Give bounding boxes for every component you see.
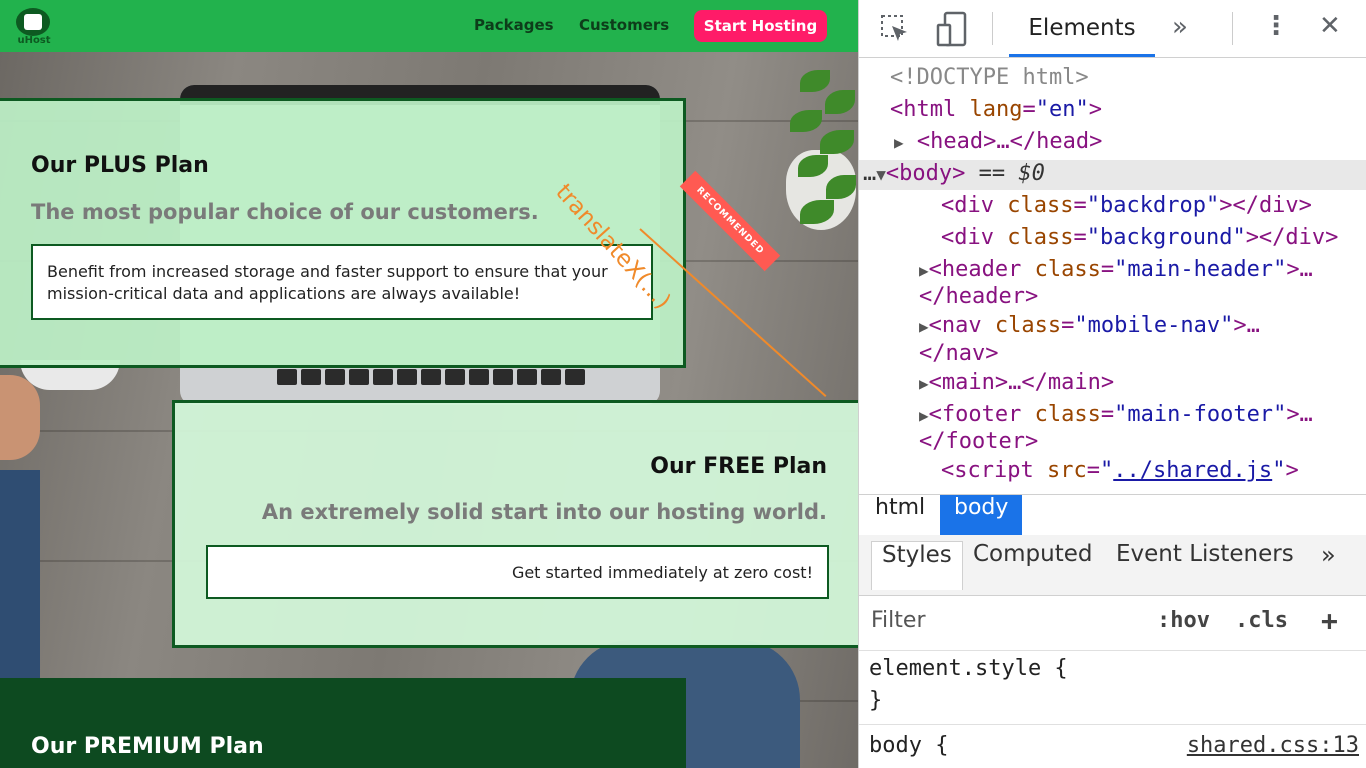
header-node[interactable]: ▶<header class="main-header">…	[919, 257, 1313, 282]
expand-triangle-icon[interactable]: ▶	[894, 133, 904, 152]
expand-triangle-icon[interactable]: ▶	[919, 317, 929, 336]
plant-photo	[780, 60, 858, 250]
inspect-cursor-icon[interactable]	[879, 13, 911, 45]
plan-free-card: Our FREE Plan An extremely solid start i…	[172, 400, 858, 648]
body-node[interactable]: …▼<body> == $0	[863, 161, 1045, 186]
breadcrumb-html[interactable]: html	[861, 495, 939, 535]
collapse-triangle-icon[interactable]: ▼	[876, 165, 886, 184]
tab-event-listeners[interactable]: Event Listeners	[1106, 541, 1304, 589]
jeans-photo-left	[0, 470, 40, 690]
styles-filter-row: Filter :hov .cls +	[859, 596, 1366, 651]
filter-input[interactable]: Filter	[871, 608, 925, 633]
kebab-menu-icon[interactable]: ⋮	[1263, 11, 1289, 41]
recommended-badge: RECOMMENDED	[679, 170, 781, 272]
body-rule-source-link[interactable]: shared.css:13	[1187, 733, 1359, 758]
hand-photo	[0, 375, 40, 460]
logo-text: uHost	[17, 35, 51, 46]
styles-tabbar: Styles Computed Event Listeners »	[859, 535, 1366, 596]
plan-plus-subtitle: The most popular choice of our customers…	[31, 200, 539, 224]
add-rule-icon[interactable]: +	[1321, 604, 1338, 637]
start-hosting-button[interactable]: Start Hosting	[694, 10, 827, 42]
devtools-toolbar: Elements » ⋮ ✕	[859, 0, 1366, 58]
footer-node[interactable]: ▶<footer class="main-footer">…	[919, 402, 1313, 427]
cloud-logo-icon	[16, 8, 50, 36]
header-close-tag: </header>	[919, 284, 1039, 309]
devtools-panel: Elements » ⋮ ✕ <!DOCTYPE html> <html lan…	[858, 0, 1366, 768]
main-header: uHost Packages Customers Start Hosting	[0, 0, 858, 52]
more-tabs-chevron-icon[interactable]: »	[1172, 12, 1188, 42]
tab-computed[interactable]: Computed	[963, 541, 1102, 589]
expand-triangle-icon[interactable]: ▶	[919, 261, 929, 280]
main-node[interactable]: ▶<main>…</main>	[919, 370, 1114, 395]
backdrop-node[interactable]: <div class="backdrop"></div>	[941, 193, 1312, 218]
nav-customers-link[interactable]: Customers	[579, 16, 669, 34]
element-style-close: }	[869, 688, 883, 713]
plan-plus-title: Our PLUS Plan	[31, 153, 209, 178]
script-node[interactable]: <script src="../shared.js">	[941, 458, 1299, 483]
nav-node[interactable]: ▶<nav class="mobile-nav">…	[919, 313, 1260, 338]
plan-free-subtitle: An extremely solid start into our hostin…	[261, 500, 827, 524]
device-toggle-icon[interactable]	[935, 11, 969, 47]
more-tabs-chevron-icon[interactable]: »	[1311, 541, 1346, 589]
breadcrumb-body[interactable]: body	[940, 495, 1023, 535]
hov-toggle[interactable]: :hov	[1157, 608, 1210, 633]
plan-free-title: Our FREE Plan	[650, 454, 827, 479]
dom-tree: <!DOCTYPE html> <html lang="en"> ▶ <head…	[859, 58, 1366, 494]
close-icon[interactable]: ✕	[1319, 11, 1341, 41]
uhost-logo[interactable]: uHost	[12, 6, 54, 46]
plan-premium-card: Our PREMIUM Plan	[0, 678, 686, 768]
html-node[interactable]: <html lang="en">	[890, 97, 1102, 122]
website-viewport: uHost Packages Customers Start Hosting O…	[0, 0, 858, 768]
footer-close-tag: </footer>	[919, 429, 1039, 454]
expand-triangle-icon[interactable]: ▶	[919, 374, 929, 393]
nav-packages-link[interactable]: Packages	[474, 16, 554, 34]
tab-styles[interactable]: Styles	[871, 541, 963, 590]
plan-plus-description: Benefit from increased storage and faste…	[31, 244, 653, 320]
tab-elements[interactable]: Elements	[1009, 0, 1155, 57]
head-node[interactable]: ▶ <head>…</head>	[894, 129, 1102, 154]
body-rule[interactable]: body {	[869, 733, 948, 758]
cls-toggle[interactable]: .cls	[1235, 608, 1288, 633]
breadcrumb: html body	[859, 494, 1366, 536]
shared-js-link[interactable]: ../shared.js	[1113, 458, 1272, 483]
plan-premium-title: Our PREMIUM Plan	[31, 734, 264, 759]
nav-close-tag: </nav>	[919, 341, 999, 366]
plan-free-description: Get started immediately at zero cost!	[206, 545, 829, 599]
element-style-rule[interactable]: element.style {	[869, 656, 1068, 681]
background-node[interactable]: <div class="background"></div>	[941, 225, 1338, 250]
doctype-node[interactable]: <!DOCTYPE html>	[890, 65, 1089, 90]
expand-triangle-icon[interactable]: ▶	[919, 406, 929, 425]
